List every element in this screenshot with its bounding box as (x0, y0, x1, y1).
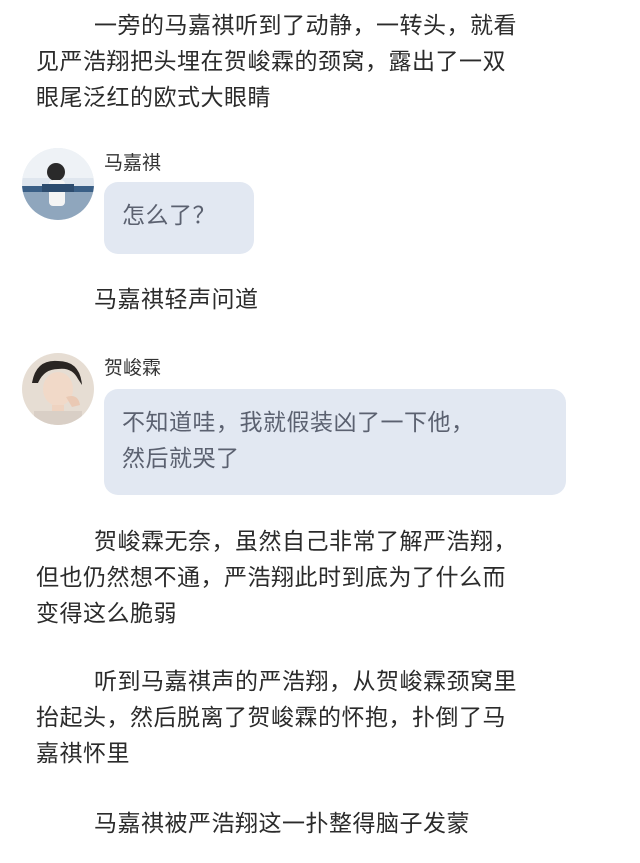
narration-paragraph-5: 马嘉祺被严浩翔这一扑整得脑子发蒙 (36, 806, 616, 842)
message-bubble[interactable]: 不知道哇，我就假装凶了一下他， 然后就哭了 (104, 389, 566, 495)
narration-line: 听到马嘉祺声的严浩翔，从贺峻霖颈窝里 (94, 669, 517, 695)
narration-line: 嘉祺怀里 (36, 741, 130, 767)
narration-line: 一旁的马嘉祺听到了动静，一转头，就看 (94, 13, 517, 39)
chat-message-1: 马嘉祺 怎么了？ (22, 148, 622, 258)
avatar-photo-icon[interactable] (22, 148, 94, 220)
narration-line: 眼尾泛红的欧式大眼睛 (36, 85, 271, 111)
narration-paragraph-2: 马嘉祺轻声问道 (36, 282, 616, 318)
narration-paragraph-1: 一旁的马嘉祺听到了动静，一转头，就看 见严浩翔把头埋在贺峻霖的颈窝，露出了一双 … (36, 8, 616, 116)
narration-line: 贺峻霖无奈，虽然自己非常了解严浩翔， (94, 529, 517, 555)
narration-line: 马嘉祺轻声问道 (94, 287, 259, 313)
narration-line: 马嘉祺被严浩翔这一扑整得脑子发蒙 (94, 811, 470, 837)
chat-message-2: 贺峻霖 不知道哇，我就假装凶了一下他， 然后就哭了 (22, 353, 622, 498)
narration-line: 变得这么脆弱 (36, 601, 177, 627)
avatar-photo-icon[interactable] (22, 353, 94, 425)
message-text: 不知道哇，我就假装凶了一下他， (122, 410, 475, 436)
narration-line: 但也仍然想不通，严浩翔此时到底为了什么而 (36, 565, 506, 591)
sender-name: 马嘉祺 (104, 152, 162, 174)
narration-paragraph-4: 听到马嘉祺声的严浩翔，从贺峻霖颈窝里 抬起头，然后脱离了贺峻霖的怀抱，扑倒了马 … (36, 664, 616, 772)
sender-name: 贺峻霖 (104, 357, 162, 379)
narration-line: 见严浩翔把头埋在贺峻霖的颈窝，露出了一双 (36, 49, 506, 75)
message-bubble[interactable]: 怎么了？ (104, 182, 254, 254)
message-text: 然后就哭了 (122, 446, 240, 472)
narration-paragraph-3: 贺峻霖无奈，虽然自己非常了解严浩翔， 但也仍然想不通，严浩翔此时到底为了什么而 … (36, 524, 616, 632)
message-text: 怎么了？ (122, 203, 216, 229)
narration-line: 抬起头，然后脱离了贺峻霖的怀抱，扑倒了马 (36, 705, 506, 731)
